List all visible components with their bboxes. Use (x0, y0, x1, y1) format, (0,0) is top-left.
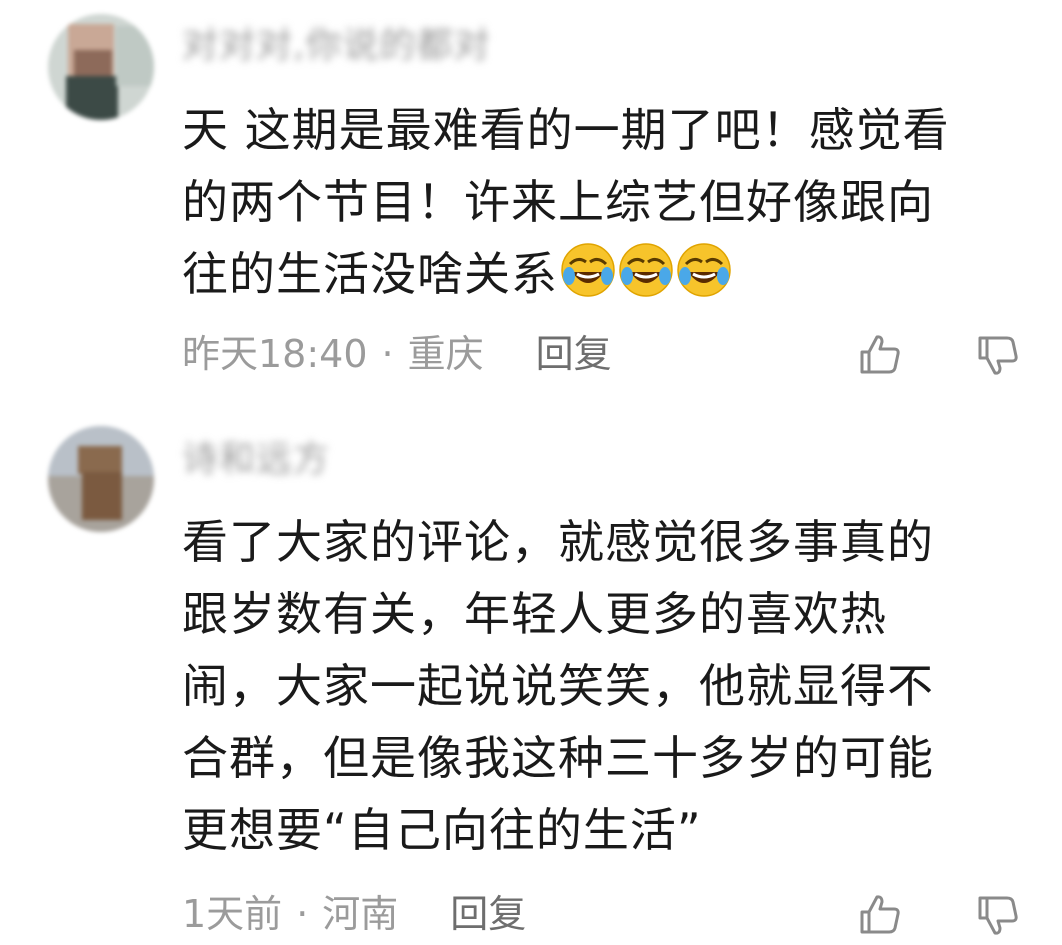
comment-line: 往的生活没啥关系 (182, 247, 558, 301)
comment-item: 对对对,你说的都对 天 这期是最难看的一期了吧！感觉看 的两个节目！许来上综艺但… (0, 0, 1062, 400)
location: 重庆 (407, 332, 484, 376)
avatar[interactable] (48, 14, 154, 120)
comment-text: 天 这期是最难看的一期了吧！感觉看 的两个节目！许来上综艺但好像跟向 往的生活没… (182, 94, 1022, 310)
comment-meta: 1天前 · 河南 回复 (182, 888, 526, 940)
comment-text: 看了大家的评论，就感觉很多事真的 跟岁数有关，年轻人更多的喜欢热 闹，大家一起说… (182, 506, 1022, 866)
reply-button[interactable]: 回复 (536, 332, 612, 376)
location: 河南 (322, 892, 399, 936)
comment-line: 合群，但是像我这种三十多岁的可能 (182, 731, 934, 785)
comment-item: 诗和远方 看了大家的评论，就感觉很多事真的 跟岁数有关，年轻人更多的喜欢热 闹，… (0, 400, 1062, 945)
comment-line-with-emoji: 往的生活没啥关系 (182, 238, 1022, 310)
avatar[interactable] (48, 426, 154, 532)
rolling-on-floor-laughing-emoji (619, 243, 673, 297)
username[interactable]: 对对对,你说的都对 (182, 24, 490, 68)
comment-line: 看了大家的评论，就感觉很多事真的 (182, 515, 934, 569)
reply-button[interactable]: 回复 (450, 892, 526, 936)
comment-line: 闹，大家一起说说笑笑，他就显得不 (182, 659, 934, 713)
comment-line: 更想要“自己向往的生活” (182, 803, 702, 857)
comment-line: 的两个节目！许来上综艺但好像跟向 (182, 175, 934, 229)
thumbs-down-icon[interactable] (976, 334, 1020, 378)
username[interactable]: 诗和远方 (182, 438, 330, 482)
timestamp: 1天前 (182, 892, 283, 936)
timestamp: 昨天18:40 (182, 332, 368, 376)
rolling-on-floor-laughing-emoji (561, 243, 615, 297)
comment-line: 天 这期是最难看的一期了吧！感觉看 (182, 103, 950, 157)
comment-meta: 昨天18:40 · 重庆 回复 (182, 328, 612, 380)
separator: · (381, 332, 394, 376)
comment-line: 跟岁数有关，年轻人更多的喜欢热 (182, 587, 887, 641)
rolling-on-floor-laughing-emoji (677, 243, 731, 297)
thumbs-down-icon[interactable] (976, 894, 1020, 938)
thumbs-up-icon[interactable] (858, 892, 902, 936)
thumbs-up-icon[interactable] (858, 332, 902, 376)
separator: · (296, 892, 309, 936)
